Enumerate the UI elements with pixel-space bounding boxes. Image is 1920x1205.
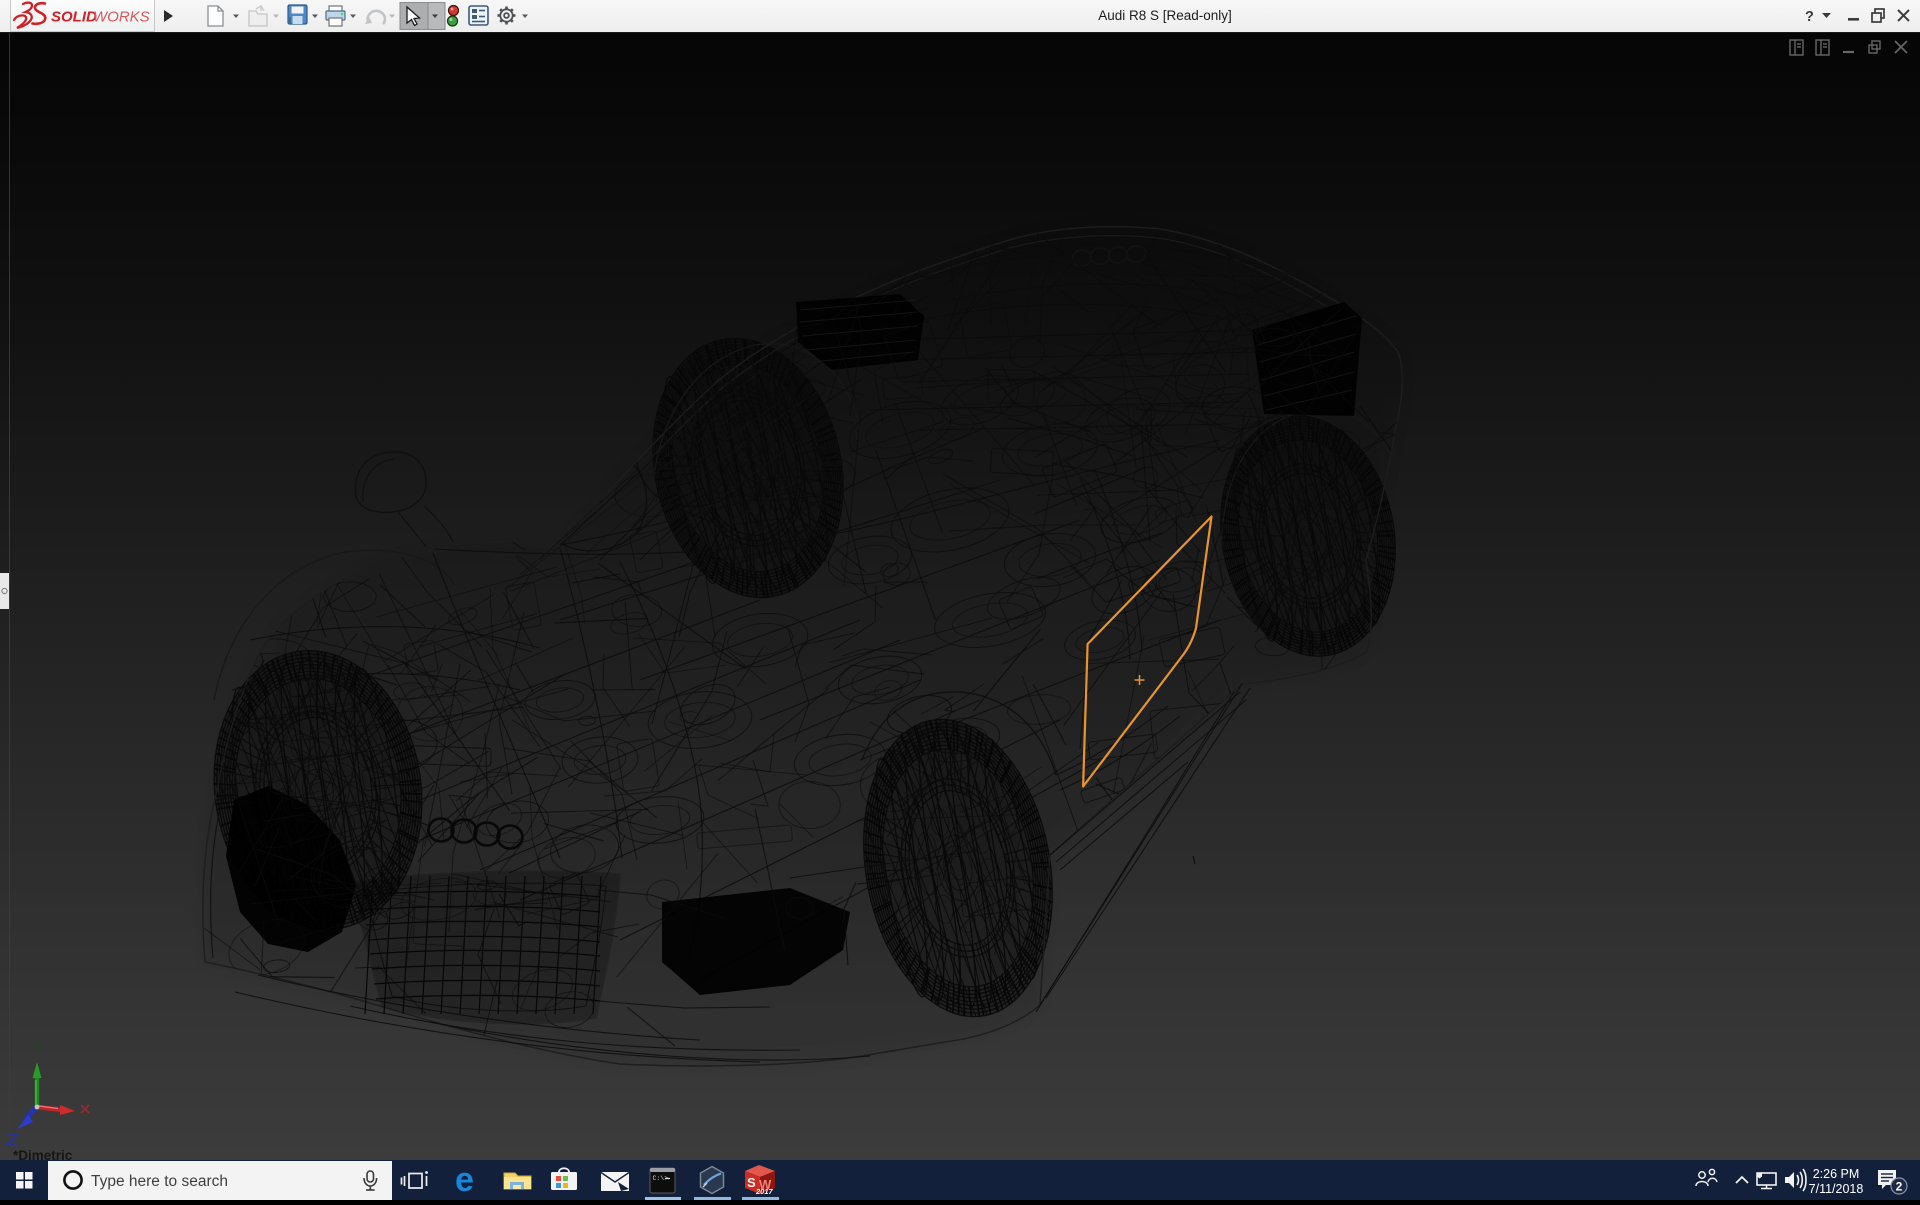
svg-text:S: S (747, 1175, 756, 1190)
svg-text:e: e (455, 1161, 474, 1199)
svg-text:2:26 PM: 2:26 PM (1813, 1167, 1860, 1181)
svg-text:*Dimetric: *Dimetric (13, 1148, 73, 1160)
svg-text:7/11/2018: 7/11/2018 (1809, 1182, 1864, 1196)
svg-text:2: 2 (1896, 1180, 1903, 1194)
svg-text:2017: 2017 (755, 1187, 774, 1196)
svg-text:?: ? (1805, 9, 1814, 25)
svg-text:Type here to search: Type here to search (91, 1173, 228, 1190)
